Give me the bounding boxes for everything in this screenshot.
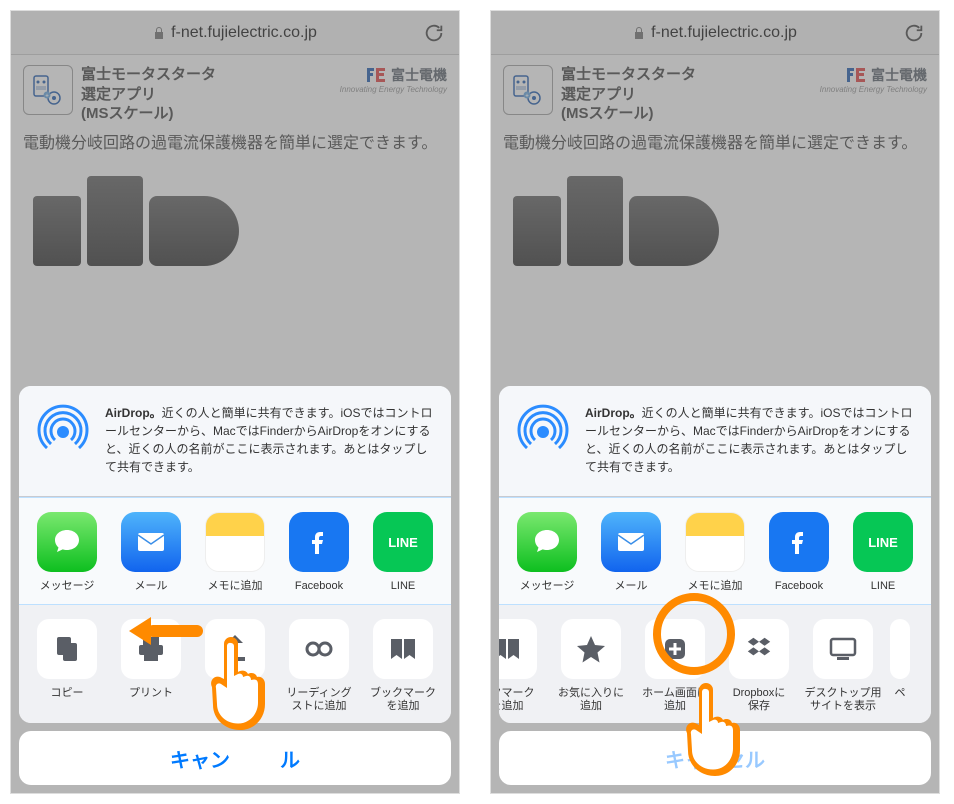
svg-text:LINE: LINE xyxy=(388,535,418,550)
action-dropbox[interactable]: Dropboxに 保存 xyxy=(717,619,801,713)
action-reading-list[interactable]: リーディング ストに追加 xyxy=(277,619,361,713)
share-messages[interactable]: メッセージ xyxy=(505,512,589,593)
airdrop-icon xyxy=(515,404,571,460)
share-mail[interactable]: メール xyxy=(109,512,193,593)
share-facebook[interactable]: Facebook xyxy=(277,512,361,593)
share-messages[interactable]: メッセージ xyxy=(25,512,109,593)
action-bookmark[interactable]: ックマーク を追加 xyxy=(499,619,549,713)
share-line[interactable]: LINELINE xyxy=(841,512,925,593)
cancel-button[interactable]: キャンセル xyxy=(499,731,931,785)
cancel-button[interactable]: キャンル xyxy=(19,731,451,785)
share-sheet: AirDrop。近くの人と簡単に共有できます。iOSではコントロールセンターから… xyxy=(11,378,459,793)
action-desktop-site[interactable]: デスクトップ用 サイトを表示 xyxy=(801,619,885,713)
share-actions-row[interactable]: ックマーク を追加 お気に入りに 追加 ホーム画面に 追加 Dropboxに 保… xyxy=(499,605,931,723)
share-facebook[interactable]: Facebook xyxy=(757,512,841,593)
svg-text:LINE: LINE xyxy=(868,535,898,550)
airdrop-section[interactable]: AirDrop。近くの人と簡単に共有できます。iOSではコントロールセンターから… xyxy=(499,386,931,496)
share-apps-row[interactable]: メッセージ メール メモに追加 Facebook LINELINE xyxy=(499,497,931,604)
action-favorite[interactable]: お気に入りに 追加 xyxy=(549,619,633,713)
airdrop-section[interactable]: AirDrop。近くの人と簡単に共有できます。iOSではコントロールセンターから… xyxy=(19,386,451,496)
action-copy[interactable]: コピー xyxy=(25,619,109,713)
share-actions-row[interactable]: コピー プリント Sav リーディング ストに追加 ブックマーク を追加 xyxy=(19,605,451,723)
share-mail[interactable]: メール xyxy=(589,512,673,593)
phone-screenshot-left: f-net.fujielectric.co.jp + 富士モータスタータ 選定ア… xyxy=(10,10,460,794)
action-bookmark[interactable]: ブックマーク を追加 xyxy=(361,619,445,713)
action-save[interactable]: Sav xyxy=(193,619,277,713)
share-line[interactable]: LINELINE xyxy=(361,512,445,593)
phone-screenshot-right: f-net.fujielectric.co.jp + 富士モータスタータ 選定ア… xyxy=(490,10,940,794)
action-more[interactable]: ペ xyxy=(885,619,915,713)
airdrop-label: AirDrop。 xyxy=(585,406,642,420)
action-add-to-home[interactable]: ホーム画面に 追加 xyxy=(633,619,717,713)
airdrop-icon xyxy=(35,404,91,460)
airdrop-label: AirDrop。 xyxy=(105,406,162,420)
share-notes[interactable]: メモに追加 xyxy=(673,512,757,593)
action-print[interactable]: プリント xyxy=(109,619,193,713)
share-apps-row[interactable]: メッセージ メール メモに追加 Facebook LINELINE xyxy=(19,497,451,604)
share-sheet: AirDrop。近くの人と簡単に共有できます。iOSではコントロールセンターから… xyxy=(491,378,939,793)
share-notes[interactable]: メモに追加 xyxy=(193,512,277,593)
